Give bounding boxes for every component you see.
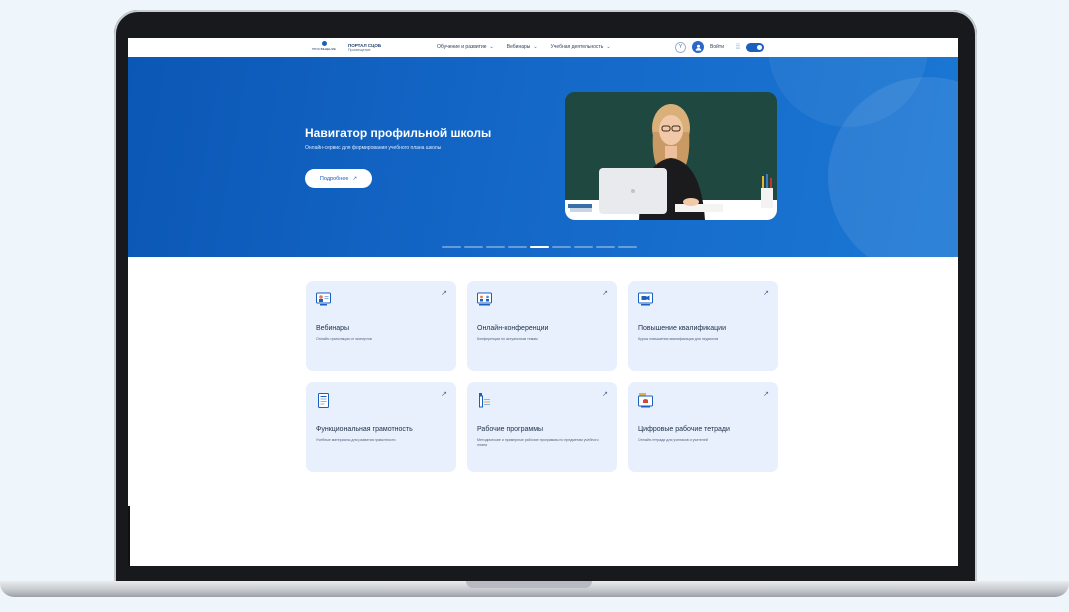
card-conferences[interactable]: ↗ Онлайн-конференции Конференции по акту… (467, 281, 617, 371)
nav-item-label: Вебинары (506, 44, 531, 50)
card-title: Функциональная грамотность (316, 426, 413, 433)
logo-mark-sub: ПРОСВЕЩЕНИЕ (312, 47, 336, 51)
arrow-up-right-icon: ↗ (602, 290, 608, 297)
arrow-up-right-icon: ↗ (352, 175, 358, 182)
logo-mark: 5 ПРОСВЕЩЕНИЕ (305, 41, 343, 54)
screen-edge (128, 506, 130, 566)
accessibility-icon[interactable]: Y (675, 41, 686, 53)
hero-photo (565, 92, 777, 220)
card-description: Методические и примерные рабочие програм… (477, 438, 599, 447)
video-camera-icon (638, 292, 653, 306)
nav-item-education[interactable]: Обучение и развитие ⌄ (437, 44, 494, 50)
card-title: Цифровые рабочие тетради (638, 426, 730, 433)
card-description: Конференции по актуальным темам (477, 337, 538, 341)
hero-banner: Навигатор профильной школы Онлайн-сервис… (128, 57, 958, 257)
nav-item-label: Обучение и развитие (437, 44, 487, 50)
user-icon[interactable] (692, 41, 704, 53)
arrow-up-right-icon: ↗ (602, 391, 608, 398)
login-link[interactable]: Войти (710, 44, 724, 50)
chevron-down-icon: ⌄ (606, 44, 611, 50)
site-logo[interactable]: 5 ПРОСВЕЩЕНИЕ ПОРТАЛ СЦОБ Просвещение (305, 41, 381, 54)
arrow-up-right-icon: ↗ (441, 391, 447, 398)
arrow-up-right-icon: ↗ (763, 290, 769, 297)
card-title: Вебинары (316, 325, 350, 332)
nav-item-label: Учебная деятельность (550, 44, 604, 50)
laptop-notch (466, 581, 592, 588)
nav-item-activity[interactable]: Учебная деятельность ⌄ (551, 44, 611, 50)
main-nav: Обучение и развитие ⌄ Вебинары ⌄ Учебная д… (437, 44, 611, 50)
card-description: Курсы повышения квалификации для педагог… (638, 337, 719, 341)
card-description: Онлайн-трансляции от экспертов (316, 337, 372, 341)
slider-dot[interactable] (508, 246, 527, 248)
webinar-icon (316, 292, 331, 306)
logo-subtitle: Просвещение (348, 47, 371, 52)
arrow-up-right-icon: ↗ (763, 391, 769, 398)
teacher-illustration (565, 92, 777, 220)
hero-subtitle: Онлайн-сервис для формирования учебного … (305, 145, 442, 151)
slider-dot[interactable] (464, 246, 483, 248)
card-literacy[interactable]: ↗ Функциональная грамотность Учебные мат… (306, 382, 456, 472)
card-qualification[interactable]: ↗ Повышение квалификации Курсы повышения… (628, 281, 778, 371)
slider-dot[interactable] (596, 246, 615, 248)
slider-dot[interactable] (486, 246, 505, 248)
document-icon (318, 393, 329, 408)
card-title: Онлайн-конференции (477, 325, 549, 332)
arrow-up-right-icon: ↗ (441, 290, 447, 297)
chevron-down-icon: ⌄ (489, 44, 494, 50)
card-title: Повышение квалификации (638, 325, 726, 332)
laptop-screen: 5 ПРОСВЕЩЕНИЕ ПОРТАЛ СЦОБ Просвещение Об… (128, 38, 958, 566)
logo-glyph: 5 (321, 41, 327, 46)
slider-dot[interactable] (574, 246, 593, 248)
slider-dot-active[interactable] (530, 246, 549, 248)
notebook-icon (638, 393, 653, 408)
card-description: Учебные материалы для развития грамотнос… (316, 438, 396, 442)
hero-more-button[interactable]: Подробнее ↗ (305, 169, 372, 188)
card-programs[interactable]: ↗ Рабочие программы Методические и приме… (467, 382, 617, 472)
theme-toggle[interactable] (745, 42, 764, 52)
slider-dots (442, 246, 637, 248)
chevron-down-icon: ⌄ (533, 44, 538, 50)
program-icon (479, 393, 490, 408)
site-header: 5 ПРОСВЕЩЕНИЕ ПОРТАЛ СЦОБ Просвещение Об… (128, 38, 958, 57)
hero-button-label: Подробнее (319, 175, 349, 182)
slider-dot[interactable] (552, 246, 571, 248)
hero-title: Навигатор профильной школы (305, 126, 492, 140)
slider-dot[interactable] (442, 246, 461, 248)
conference-icon (477, 292, 492, 306)
card-notebooks[interactable]: ↗ Цифровые рабочие тетради Онлайн-тетрад… (628, 382, 778, 472)
menu-icon[interactable]: ⁞⁞ (736, 44, 740, 51)
card-webinars[interactable]: ↗ Вебинары Онлайн-трансляции от эксперто… (306, 281, 456, 371)
slider-dot[interactable] (618, 246, 637, 248)
nav-item-webinars[interactable]: Вебинары ⌄ (507, 44, 538, 50)
card-description: Онлайн-тетради для учеников и учителей (638, 438, 708, 442)
card-title: Рабочие программы (477, 426, 544, 433)
